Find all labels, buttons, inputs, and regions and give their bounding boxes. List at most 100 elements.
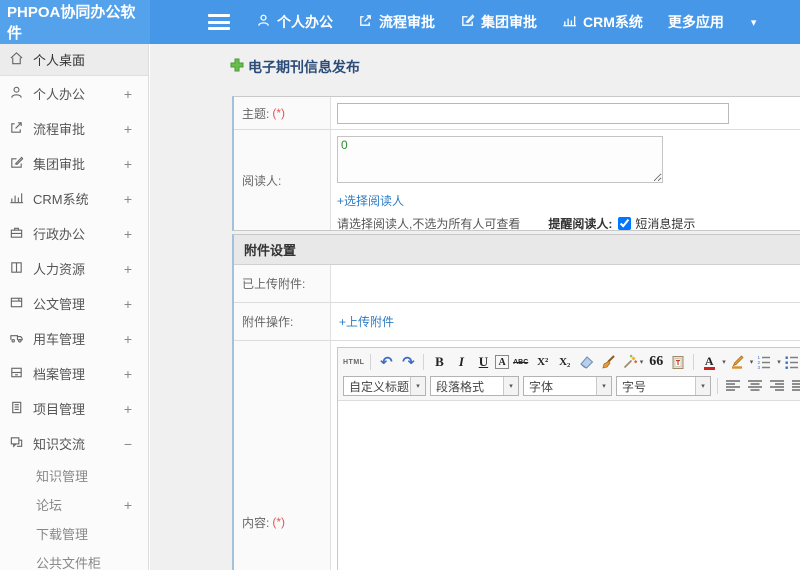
font-family-select[interactable]: 字体 ▾ <box>523 376 612 396</box>
user-icon <box>256 13 271 31</box>
superscript-button[interactable]: X² <box>533 352 553 372</box>
bar-chart-icon <box>562 13 577 31</box>
font-style-button[interactable]: A <box>495 355 509 369</box>
expand-toggle[interactable]: + <box>124 296 132 312</box>
nav-label: 更多应用 <box>667 14 724 30</box>
align-justify-icon[interactable] <box>789 376 800 396</box>
archive-icon <box>9 365 33 383</box>
briefcase-icon <box>9 225 33 243</box>
align-right-icon[interactable] <box>767 376 787 396</box>
html-source-button[interactable]: HTML <box>342 352 365 372</box>
align-left-icon[interactable] <box>723 376 743 396</box>
readers-textarea[interactable]: 0 <box>337 136 663 183</box>
sidebar-item-workflow-approval[interactable]: 流程审批 + <box>0 111 148 146</box>
required-mark: (*) <box>272 515 286 529</box>
main-content: 电子期刊信息发布 主题: (*) 阅读人: 0 +选择阅读人 请选择阅读人,不选… <box>150 44 800 570</box>
highlight-color-icon[interactable] <box>727 352 747 372</box>
font-size-select[interactable]: 字号 ▾ <box>616 376 711 396</box>
italic-button[interactable]: I <box>451 352 471 372</box>
expand-toggle[interactable]: + <box>124 121 132 137</box>
chevron-down-icon: ▾ <box>695 377 710 395</box>
sidebar-item-crm-system[interactable]: CRM系统 + <box>0 181 148 216</box>
nav-personal-office[interactable]: 个人办公 <box>256 12 333 32</box>
nav-label: 流程审批 <box>379 14 435 30</box>
sidebar-subitem-knowledge-management[interactable]: 知识管理 <box>0 461 148 490</box>
svg-text:3: 3 <box>758 365 761 370</box>
nav-workflow-approval[interactable]: 流程审批 <box>358 12 435 32</box>
undo-icon[interactable]: ↶ <box>376 352 396 372</box>
expand-toggle[interactable]: + <box>124 191 132 207</box>
strikethrough-button[interactable]: ABC <box>511 352 531 372</box>
subject-row: 主题: (*) <box>234 97 800 130</box>
chevron-down-icon[interactable]: ▾ <box>722 358 726 366</box>
ordered-list-icon[interactable]: 123 <box>754 352 774 372</box>
expand-toggle[interactable]: + <box>124 331 132 347</box>
sidebar-subitem-download-management[interactable]: 下载管理 <box>0 519 148 548</box>
sidebar-item-personal-desktop[interactable]: 个人桌面 <box>0 44 148 76</box>
sidebar-subitem-public-file-cabinet[interactable]: 公共文件柜 <box>0 548 148 577</box>
sms-notify-checkbox[interactable] <box>618 217 632 230</box>
form-section-attachments: 附件设置 已上传附件: 附件操作: +上传附件 内容: (*) HTML ↶ ↷… <box>232 234 800 570</box>
sidebar-item-human-resources[interactable]: 人力资源 + <box>0 251 148 286</box>
uploaded-attachments-value <box>331 265 800 302</box>
sidebar-item-group-approval[interactable]: 集团审批 + <box>0 146 148 181</box>
flow-share-icon <box>9 120 33 138</box>
redo-icon[interactable]: ↷ <box>398 352 418 372</box>
sidebar-item-personal-office[interactable]: 个人办公 + <box>0 76 148 111</box>
sidebar-item-vehicle-management[interactable]: 用车管理 + <box>0 321 148 356</box>
sidebar-subitem-forum[interactable]: 论坛 + <box>0 490 148 519</box>
flow-share-icon <box>358 13 373 31</box>
top-nav: 个人办公 流程审批 集团审批 CRM系统 更多应用 ▾ <box>256 12 756 32</box>
chevron-down-icon: ▾ <box>410 377 425 395</box>
sidebar-item-admin-office[interactable]: 行政办公 + <box>0 216 148 251</box>
magic-wand-icon[interactable]: ▾ <box>621 352 645 372</box>
sidebar-item-document-management[interactable]: 公文管理 + <box>0 286 148 321</box>
eraser-icon[interactable] <box>577 352 597 372</box>
bold-button[interactable]: B <box>429 352 449 372</box>
rich-text-editor: HTML ↶ ↷ B I U A ABC X² X₂ ▾ 66 A ▾ ▾ 1 … <box>337 347 800 570</box>
paragraph-format-select[interactable]: 段落格式 ▾ <box>430 376 519 396</box>
expand-toggle[interactable]: + <box>124 86 132 102</box>
sidebar-item-knowledge-exchange[interactable]: 知识交流 − <box>0 426 148 461</box>
chevron-down-icon[interactable]: ▾ <box>750 358 754 366</box>
chevron-down-icon[interactable]: ▾ <box>751 16 757 29</box>
upload-attachment-link[interactable]: +上传附件 <box>339 313 394 330</box>
editor-content-area[interactable] <box>338 401 800 570</box>
expand-toggle[interactable]: + <box>124 156 132 172</box>
align-center-icon[interactable] <box>745 376 765 396</box>
expand-toggle[interactable]: + <box>124 401 132 417</box>
chevron-down-icon[interactable]: ▾ <box>777 358 781 366</box>
collapse-toggle[interactable]: − <box>124 436 132 452</box>
select-readers-link[interactable]: +选择阅读人 <box>337 192 404 209</box>
bar-chart-icon <box>9 190 33 208</box>
hamburger-menu-icon[interactable] <box>208 14 230 30</box>
subject-input[interactable] <box>337 102 729 124</box>
sidebar-item-project-management[interactable]: 项目管理 + <box>0 391 148 426</box>
bullet-list-icon[interactable] <box>782 352 800 372</box>
sidebar: 个人桌面 个人办公 + 流程审批 + 集团审批 + CRM系统 + 行政办公 +… <box>0 44 149 571</box>
sms-notify-label: 短消息提示 <box>635 217 696 231</box>
expand-toggle[interactable]: + <box>124 261 132 277</box>
font-color-button[interactable]: A <box>699 352 719 372</box>
subscript-button[interactable]: X₂ <box>555 352 575 372</box>
chevron-down-icon: ▾ <box>639 359 644 366</box>
nav-more-apps[interactable]: 更多应用 <box>668 12 724 32</box>
nav-label: CRM系统 <box>583 14 643 30</box>
custom-heading-select[interactable]: 自定义标题 ▾ <box>343 376 426 396</box>
format-brush-icon[interactable] <box>599 352 619 372</box>
page-title: 电子期刊信息发布 <box>230 57 800 77</box>
sidebar-item-archive-management[interactable]: 档案管理 + <box>0 356 148 391</box>
readers-hint: 请选择阅读人,不选为所有人可查看 <box>337 217 521 231</box>
blockquote-button[interactable]: 66 <box>646 352 666 372</box>
expand-toggle[interactable]: + <box>124 366 132 382</box>
underline-button[interactable]: U <box>473 352 493 372</box>
paste-as-text-icon[interactable] <box>668 352 688 372</box>
content-label: 内容: (*) <box>234 341 331 570</box>
expand-toggle[interactable]: + <box>124 226 132 242</box>
required-mark: (*) <box>272 106 286 120</box>
car-icon <box>9 330 33 348</box>
publish-form: 主题: (*) 阅读人: 0 +选择阅读人 请选择阅读人,不选为所有人可查看 提… <box>232 96 800 570</box>
expand-toggle[interactable]: + <box>124 497 132 513</box>
nav-group-approval[interactable]: 集团审批 <box>460 12 537 32</box>
nav-crm-system[interactable]: CRM系统 <box>562 12 643 32</box>
